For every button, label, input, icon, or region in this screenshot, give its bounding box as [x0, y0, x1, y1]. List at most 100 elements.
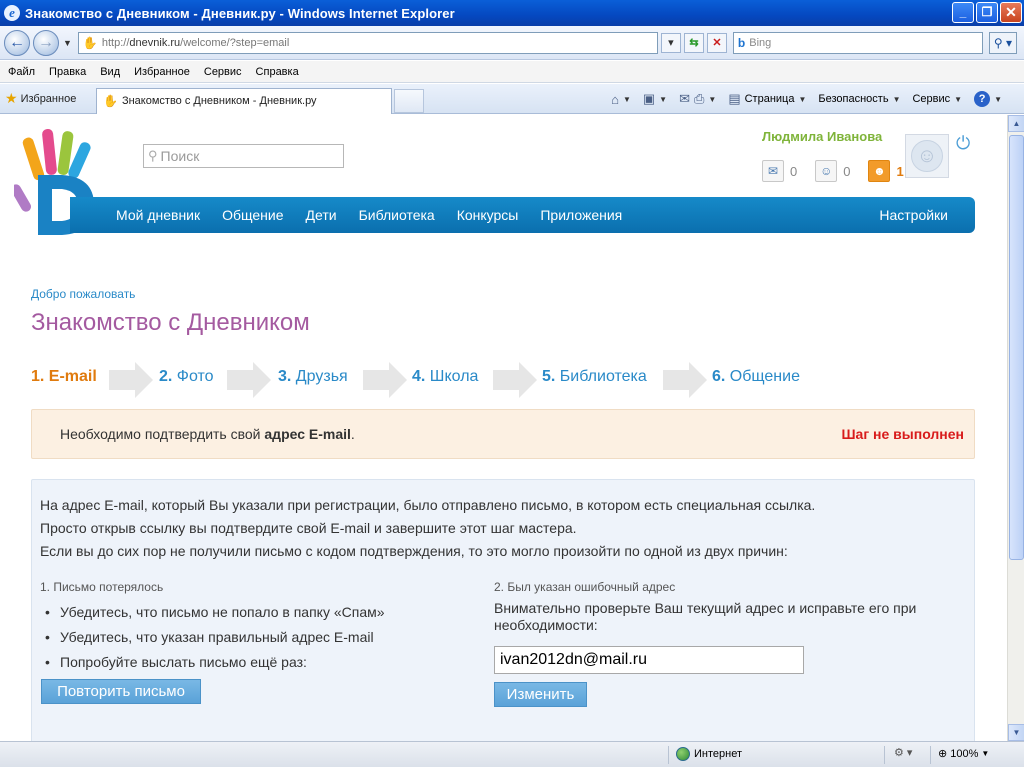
refresh-button[interactable]: ⇆: [683, 32, 704, 53]
step-communication-label: Общение: [729, 368, 800, 385]
favorites-button[interactable]: ★ Избранное: [0, 90, 96, 107]
nav-contests[interactable]: Конкурсы: [446, 207, 530, 223]
tools-dropdown-icon[interactable]: ▼: [954, 95, 962, 104]
maximize-button[interactable]: ❐: [976, 2, 998, 23]
rss-icon[interactable]: ▣: [643, 91, 655, 107]
breadcrumb[interactable]: Добро пожаловать: [31, 287, 135, 301]
star-icon: ★: [5, 90, 18, 106]
step-arrow-icon: [363, 362, 407, 398]
close-button[interactable]: ✕: [1000, 2, 1022, 23]
safety-menu[interactable]: Безопасность: [818, 93, 888, 105]
status-bar: Интернет ⚙ ▾ ⊕ 100% ▼: [0, 741, 1024, 767]
zoom-dropdown-icon[interactable]: ▼: [981, 749, 989, 758]
window-controls: _ ❐ ✕: [952, 2, 1022, 23]
email-field[interactable]: [494, 646, 804, 674]
vertical-scrollbar[interactable]: ▲ ▼: [1007, 115, 1024, 741]
search-go-button[interactable]: ⚲ ▾: [988, 31, 1017, 54]
messages-count: 0: [790, 163, 798, 179]
intro-text: На адрес E-mail, который Вы указали при …: [40, 494, 815, 563]
bing-placeholder: Bing: [749, 36, 772, 49]
url-path: /welcome/?step=email: [180, 36, 290, 49]
messages-icon[interactable]: ✉: [762, 160, 784, 182]
nav-my-diary[interactable]: Мой дневник: [105, 207, 211, 223]
zoom-control[interactable]: ⊕ 100% ▼: [938, 747, 989, 761]
step-arrow-icon: [663, 362, 707, 398]
status-divider: [668, 746, 669, 764]
user-name-link[interactable]: Людмила Иванова: [762, 129, 882, 144]
home-dropdown-icon[interactable]: ▼: [623, 95, 631, 104]
friends-icon[interactable]: ☺: [815, 160, 838, 182]
change-email-button[interactable]: Изменить: [494, 682, 587, 707]
mail-icon[interactable]: ✉: [679, 91, 690, 107]
menu-tools[interactable]: Сервис: [204, 66, 242, 78]
step-email-label: E-mail: [48, 368, 97, 385]
step-friends-num: 3.: [278, 368, 292, 385]
help-dropdown-icon[interactable]: ▼: [994, 95, 1002, 104]
safety-dropdown-icon[interactable]: ▼: [893, 95, 901, 104]
security-zone[interactable]: Интернет: [676, 747, 742, 761]
tab-active[interactable]: ✋ Знакомство с Дневником - Дневник.ру: [96, 87, 392, 114]
scroll-up-icon[interactable]: ▲: [1008, 115, 1024, 132]
nav-communication[interactable]: Общение: [211, 207, 294, 223]
menu-favorites[interactable]: Избранное: [134, 66, 190, 78]
user-counters: ✉ 0 ☺ 0 ☻ 1: [762, 160, 916, 182]
step-communication[interactable]: 6. Общение: [712, 368, 800, 386]
site-search-placeholder: Поиск: [160, 148, 200, 164]
site-search-input[interactable]: ⚲ Поиск: [143, 144, 344, 168]
menu-file[interactable]: Файл: [8, 66, 35, 78]
avatar[interactable]: ☺: [905, 134, 949, 178]
step-communication-num: 6.: [712, 368, 726, 385]
url-input[interactable]: ✋ http:// dnevnik.ru /welcome/?step=emai…: [77, 31, 658, 54]
menu-edit[interactable]: Правка: [49, 66, 86, 78]
nav-settings[interactable]: Настройки: [868, 207, 959, 223]
print-icon[interactable]: ⎙: [694, 91, 704, 107]
step-status-alert: Необходимо подтвердить свой адрес E-mail…: [31, 409, 975, 459]
window-titlebar: e Знакомство с Дневником - Дневник.ру - …: [0, 0, 1024, 26]
tools-menu[interactable]: Сервис: [912, 93, 950, 105]
help-icon[interactable]: ?: [974, 91, 991, 107]
step-status-badge: Шаг не выполнен: [841, 426, 964, 442]
minimize-button[interactable]: _: [952, 2, 974, 23]
logout-power-icon[interactable]: ⏻: [956, 134, 974, 152]
favorites-bar: ★ Избранное ✋ Знакомство с Дневником - Д…: [0, 84, 1024, 114]
forward-button[interactable]: →: [33, 29, 59, 56]
menu-help[interactable]: Справка: [256, 66, 299, 78]
page-icon: ▤: [728, 91, 741, 106]
menu-view[interactable]: Вид: [100, 66, 120, 78]
url-dropdown-button[interactable]: ▾: [660, 32, 681, 53]
rss-dropdown-icon[interactable]: ▼: [659, 95, 667, 104]
step-photo[interactable]: 2. Фото: [159, 368, 214, 386]
main-nav: Мой дневник Общение Дети Библиотека Конк…: [70, 197, 975, 233]
requests-icon[interactable]: ☻: [868, 160, 891, 182]
page-viewport: ⚲ Поиск Людмила Иванова ✉ 0 ☺ 0 ☻ 1 ☺ ⏻ …: [0, 115, 1007, 741]
page-menu[interactable]: Страница: [745, 93, 795, 105]
command-bar: ⌂ ▼ ▣ ▼ ✉ ⎙ ▼ ▤ Страница ▼ Безопасность ▼ Сер…: [611, 84, 1010, 114]
nav-apps[interactable]: Приложения: [529, 207, 633, 223]
scroll-thumb[interactable]: [1009, 135, 1024, 560]
step-photo-num: 2.: [159, 368, 173, 385]
back-button[interactable]: ←: [4, 29, 30, 56]
address-bar: ← → ▼ ✋ http:// dnevnik.ru /welcome/?ste…: [0, 26, 1024, 60]
new-tab-button[interactable]: [394, 88, 424, 113]
bing-search-input[interactable]: b Bing: [732, 31, 983, 54]
step-email[interactable]: 1. E-mail: [31, 368, 97, 386]
intro-line-2: Просто открыв ссылку вы подтвердите свой…: [40, 520, 577, 536]
stop-button[interactable]: ✕: [706, 32, 727, 53]
print-dropdown-icon[interactable]: ▼: [708, 95, 716, 104]
scroll-down-icon[interactable]: ▼: [1008, 724, 1024, 741]
history-dropdown-icon[interactable]: ▼: [63, 38, 72, 48]
step-photo-label: Фото: [176, 368, 214, 385]
wrong-address-text: Внимательно проверьте Ваш текущий адрес …: [494, 600, 917, 633]
nav-library[interactable]: Библиотека: [348, 207, 446, 223]
protected-mode-icon[interactable]: ⚙ ▾: [894, 746, 912, 759]
step-school[interactable]: 4. Школа: [412, 368, 478, 386]
step-friends[interactable]: 3. Друзья: [278, 368, 348, 386]
menu-bar: Файл Правка Вид Избранное Сервис Справка: [0, 61, 1024, 83]
home-icon[interactable]: ⌂: [611, 92, 619, 107]
step-library[interactable]: 5. Библиотека: [542, 368, 647, 386]
page-title: Знакомство с Дневником: [31, 309, 310, 336]
nav-children[interactable]: Дети: [295, 207, 348, 223]
status-divider: [884, 746, 885, 764]
resend-letter-button[interactable]: Повторить письмо: [41, 679, 201, 704]
page-dropdown-icon[interactable]: ▼: [798, 95, 806, 104]
